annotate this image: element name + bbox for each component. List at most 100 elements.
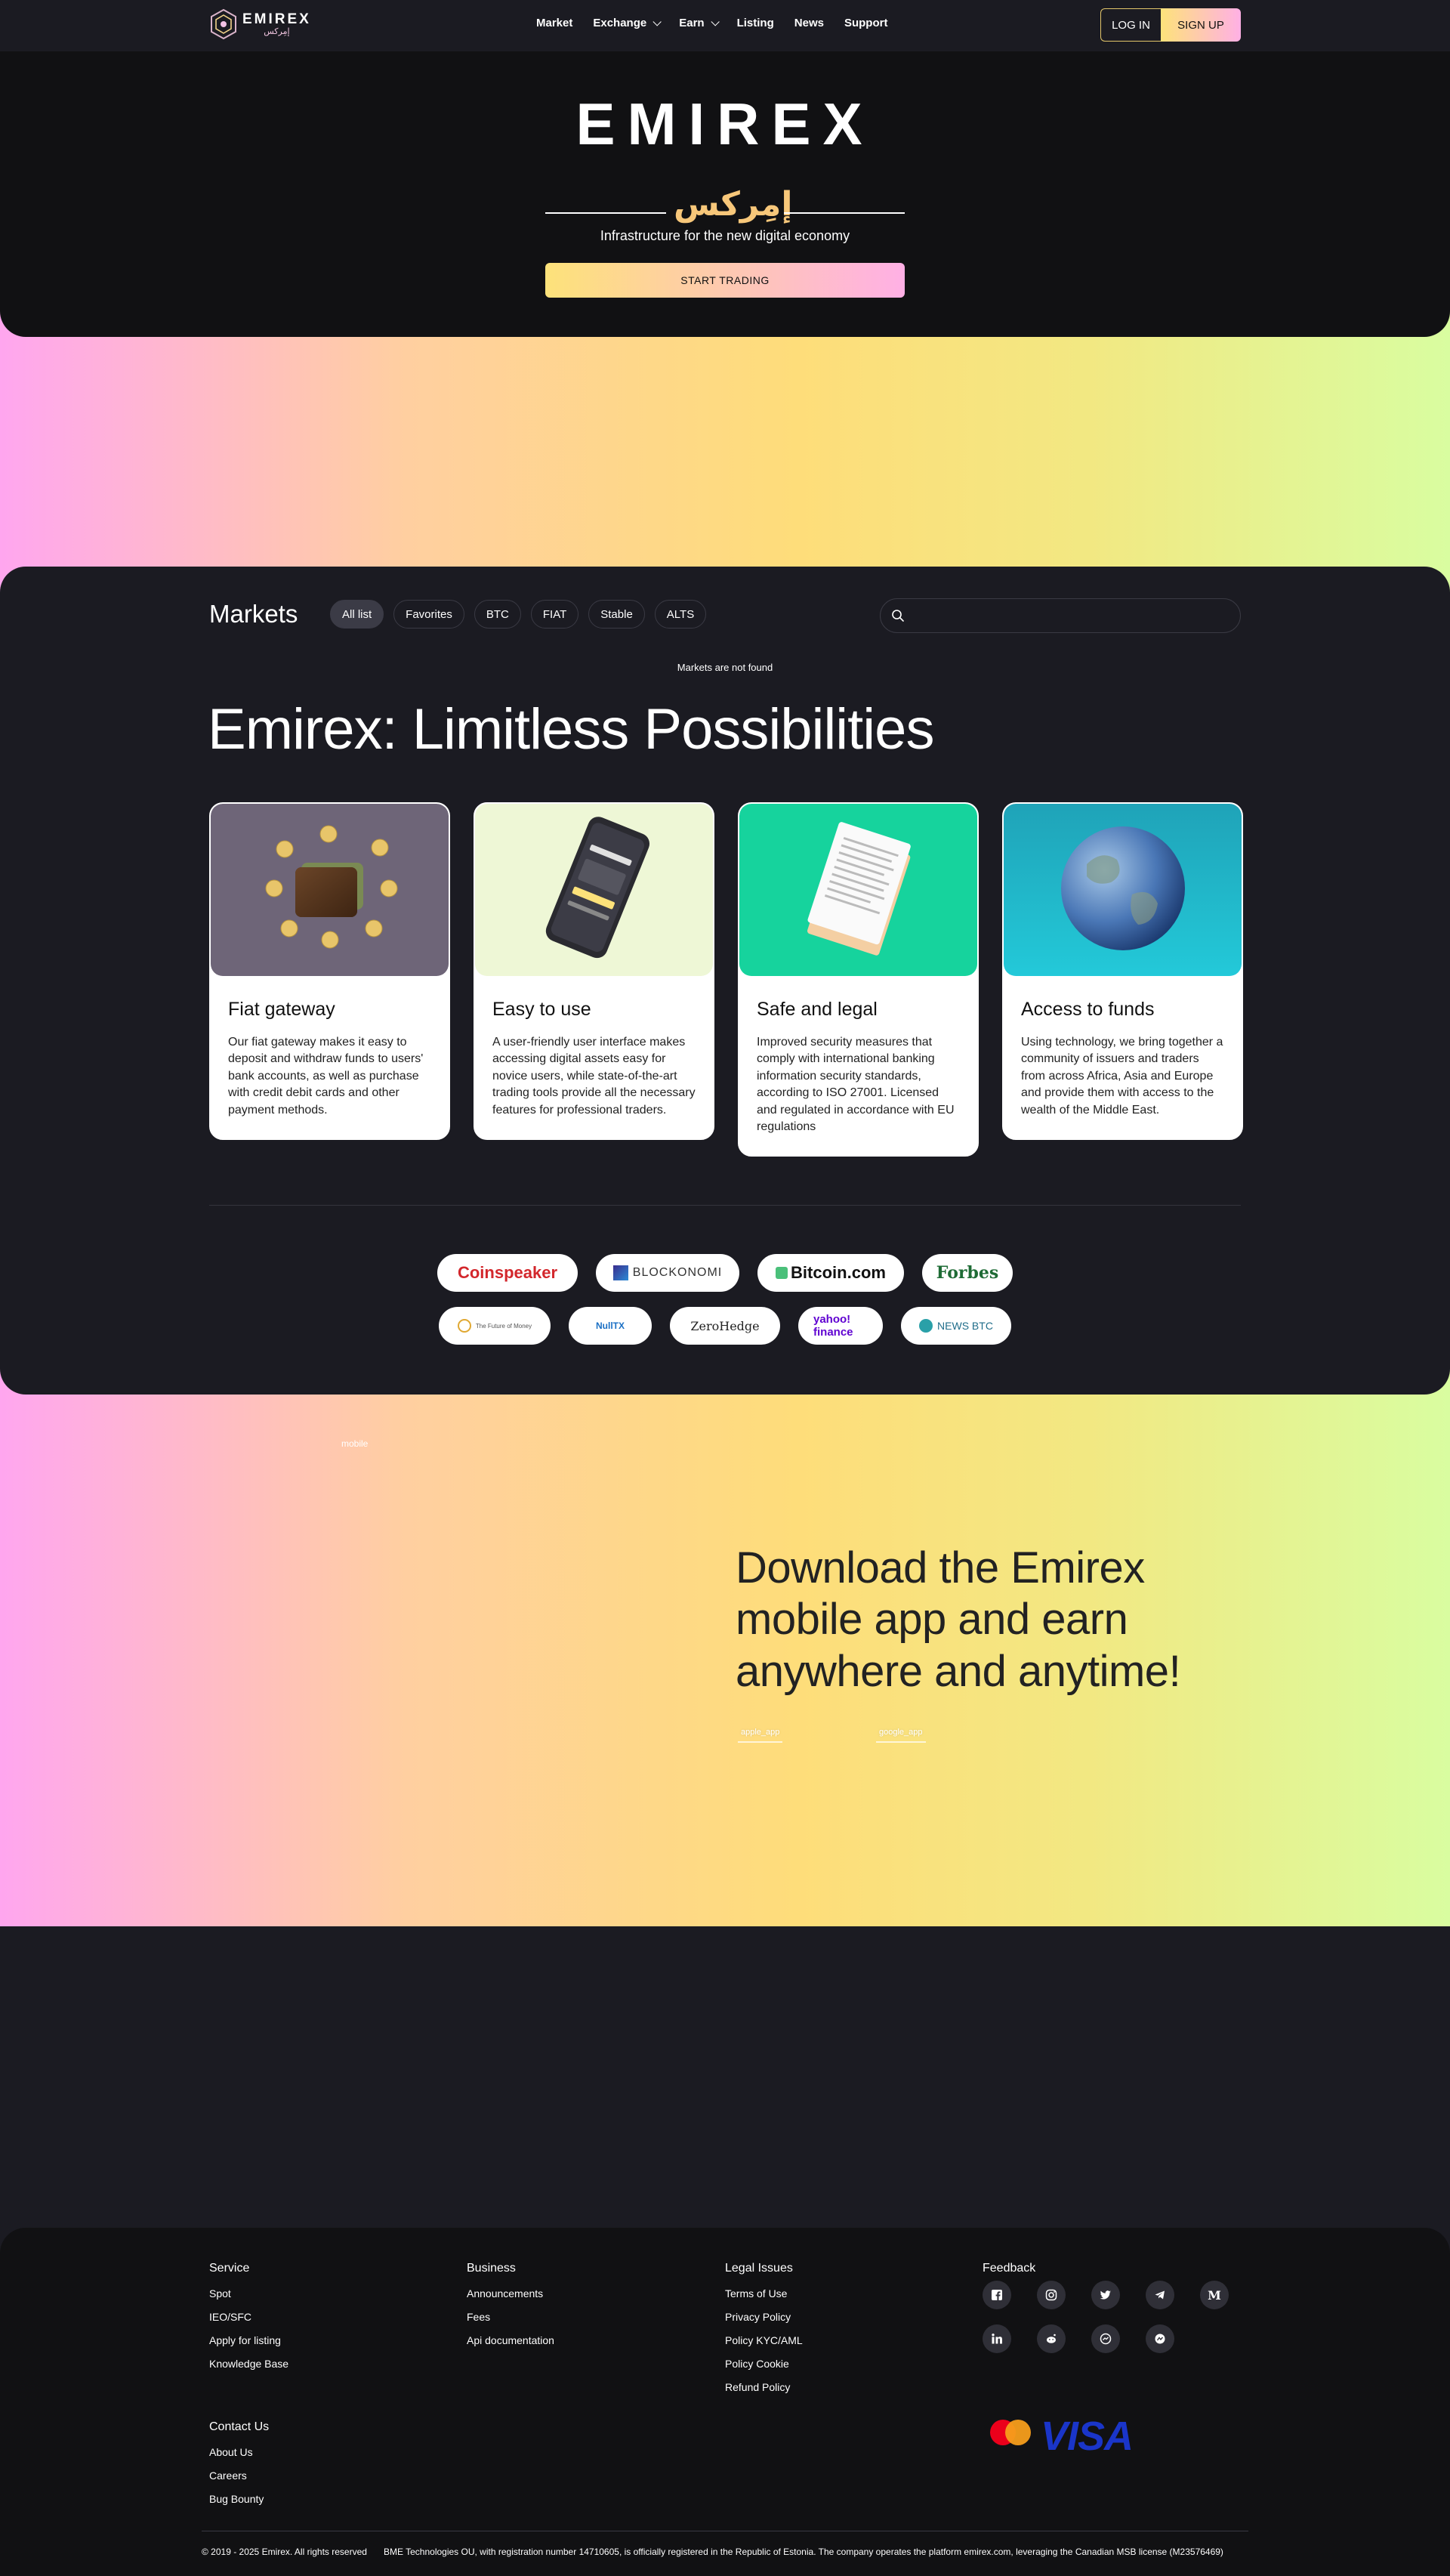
card-description: A user-friendly user interface makes acc… (492, 1036, 696, 1117)
footer-link-bug-bounty[interactable]: Bug Bounty (209, 2493, 269, 2505)
hero-logo-arabic: إمِركس (674, 185, 793, 224)
footer-link-privacy[interactable]: Privacy Policy (725, 2311, 803, 2323)
footer-link-fees[interactable]: Fees (467, 2311, 554, 2323)
tab-fiat[interactable]: FIAT (530, 600, 579, 629)
nulltx-logo: NullTX (596, 1320, 625, 1331)
page: EMIREX إمِركس Market Exchange Earn Listi… (0, 0, 1450, 2576)
press-newsbtc[interactable]: NEWS BTC (901, 1307, 1011, 1345)
chevron-down-icon (711, 17, 720, 26)
tab-all-list[interactable]: All list (330, 600, 384, 629)
card-title: Fiat gateway (228, 999, 335, 1020)
site-logo[interactable]: EMIREX إمِركس (209, 8, 315, 41)
hero-section: EMIREX إمِركس Infrastructure for the new… (0, 51, 1450, 337)
login-button[interactable]: LOG IN (1100, 8, 1161, 42)
tab-btc[interactable]: BTC (474, 600, 521, 629)
nav-market[interactable]: Market (536, 17, 572, 29)
document-illustration (807, 822, 911, 956)
search-icon (892, 610, 904, 622)
nav-listing[interactable]: Listing (737, 17, 774, 29)
blockonomi-logo: BLOCKONOMI (632, 1266, 723, 1279)
hero-logo-line-right (784, 212, 905, 214)
telegram-icon[interactable] (1146, 2281, 1174, 2309)
tab-stable[interactable]: Stable (588, 600, 645, 629)
feature-card-easy-to-use: Easy to use A user-friendly user interfa… (474, 802, 714, 1140)
phone-app-image (475, 804, 713, 976)
google-play-button[interactable]: google_app (876, 1726, 926, 1743)
footer-link-knowledge-base[interactable]: Knowledge Base (209, 2358, 288, 2370)
tab-favorites[interactable]: Favorites (393, 600, 464, 629)
nav-support[interactable]: Support (844, 17, 888, 29)
press-yahoo-finance[interactable]: yahoo! finance (798, 1307, 883, 1345)
feature-card-safe-and-legal: Safe and legal Improved security measure… (738, 802, 979, 1157)
feature-card-fiat-gateway: Fiat gateway Our fiat gateway makes it e… (209, 802, 450, 1140)
footer-heading: Feedback (983, 2262, 1036, 2275)
footer-link-careers[interactable]: Careers (209, 2469, 269, 2482)
markets-title: Markets (209, 600, 298, 628)
press-logos: Coinspeaker BLOCKONOMI Bitcoin.com Forbe… (0, 1254, 1450, 1361)
press-nulltx[interactable]: NullTX (569, 1307, 652, 1345)
forbes-logo: Forbes (936, 1263, 999, 1283)
footer-service-column: Service Spot IEO/SFC Apply for listing K… (209, 2262, 288, 2381)
market-tabs: All list Favorites BTC FIAT Stable ALTS (330, 600, 707, 629)
instagram-icon[interactable] (1037, 2281, 1066, 2309)
press-bitcoin-com[interactable]: Bitcoin.com (757, 1254, 904, 1292)
mobile-app-title: Download the Emirex mobile app and earn … (736, 1543, 1181, 1696)
copyright-text: © 2019 - 2025 Emirex. All rights reserve… (202, 2547, 367, 2557)
top-navigation-bar: EMIREX إمِركس Market Exchange Earn Listi… (0, 0, 1450, 51)
market-search (880, 598, 1241, 633)
messenger-icon[interactable] (1091, 2324, 1120, 2353)
press-coinspeaker[interactable]: Coinspeaker (437, 1254, 578, 1292)
twitter-icon[interactable] (1091, 2281, 1120, 2309)
nav-market-label: Market (536, 17, 573, 29)
press-forbes[interactable]: Forbes (922, 1254, 1013, 1292)
medium-icon[interactable]: M (1200, 2281, 1229, 2309)
wallet-illustration (265, 825, 398, 949)
linkedin-icon[interactable] (983, 2324, 1011, 2353)
blockonomi-icon (612, 1265, 628, 1280)
press-row: Coinspeaker BLOCKONOMI Bitcoin.com Forbe… (0, 1254, 1450, 1292)
future-money-icon (457, 1319, 471, 1333)
footer-link-cookie[interactable]: Policy Cookie (725, 2358, 803, 2370)
market-search-input[interactable] (912, 609, 1229, 622)
footer-business-column: Business Announcements Fees Api document… (467, 2262, 554, 2358)
footer-heading: Contact Us (209, 2420, 270, 2433)
hero-logo-line-left (545, 212, 666, 214)
tab-alts[interactable]: ALTS (654, 600, 707, 629)
coinspeaker-logo: Coinspeaker (457, 1263, 558, 1282)
nav-exchange[interactable]: Exchange (593, 17, 662, 29)
legal-document-image (739, 804, 977, 976)
footer-link-spot[interactable]: Spot (209, 2287, 288, 2300)
footer-link-apply-listing[interactable]: Apply for listing (209, 2334, 288, 2346)
coinmarketcap-icon[interactable] (1146, 2324, 1174, 2353)
footer-link-ieo[interactable]: IEO/SFC (209, 2311, 288, 2323)
press-future-of-money[interactable]: The Future of Money (439, 1307, 551, 1345)
footer-link-kyc-aml[interactable]: Policy KYC/AML (725, 2334, 803, 2346)
newsbtc-logo: NEWS BTC (937, 1320, 993, 1332)
footer: Service Spot IEO/SFC Apply for listing K… (0, 2228, 1450, 2576)
chevron-down-icon (652, 17, 662, 26)
start-trading-button[interactable]: START TRADING (545, 263, 905, 298)
footer-link-terms[interactable]: Terms of Use (725, 2287, 803, 2300)
footer-link-announcements[interactable]: Announcements (467, 2287, 554, 2300)
nav-news[interactable]: News (794, 17, 824, 29)
phone-illustration (545, 817, 650, 959)
press-blockonomi[interactable]: BLOCKONOMI (596, 1254, 739, 1292)
future-money-logo: The Future of Money (475, 1322, 532, 1330)
hero-logo-text: EMIREX (575, 91, 875, 157)
facebook-icon[interactable] (983, 2281, 1011, 2309)
press-zerohedge[interactable]: ZeroHedge (670, 1307, 780, 1345)
footer-link-api-docs[interactable]: Api documentation (467, 2334, 554, 2346)
newsbtc-icon (919, 1319, 933, 1333)
footer-heading: Legal Issues (725, 2262, 793, 2275)
footer-link-about[interactable]: About Us (209, 2446, 269, 2458)
main-nav: Market Exchange Earn Listing News Suppor… (536, 17, 908, 29)
hero-tagline: Infrastructure for the new digital econo… (600, 228, 850, 243)
reddit-icon[interactable] (1037, 2324, 1066, 2353)
signup-button[interactable]: SIGN UP (1161, 8, 1241, 42)
footer-link-refund[interactable]: Refund Policy (725, 2381, 803, 2393)
apple-app-store-button[interactable]: apple_app (738, 1726, 783, 1743)
bitcoin-com-icon (776, 1267, 788, 1279)
footer-heading: Business (467, 2262, 516, 2275)
nav-earn[interactable]: Earn (679, 17, 720, 29)
card-title: Access to funds (1021, 999, 1155, 1020)
